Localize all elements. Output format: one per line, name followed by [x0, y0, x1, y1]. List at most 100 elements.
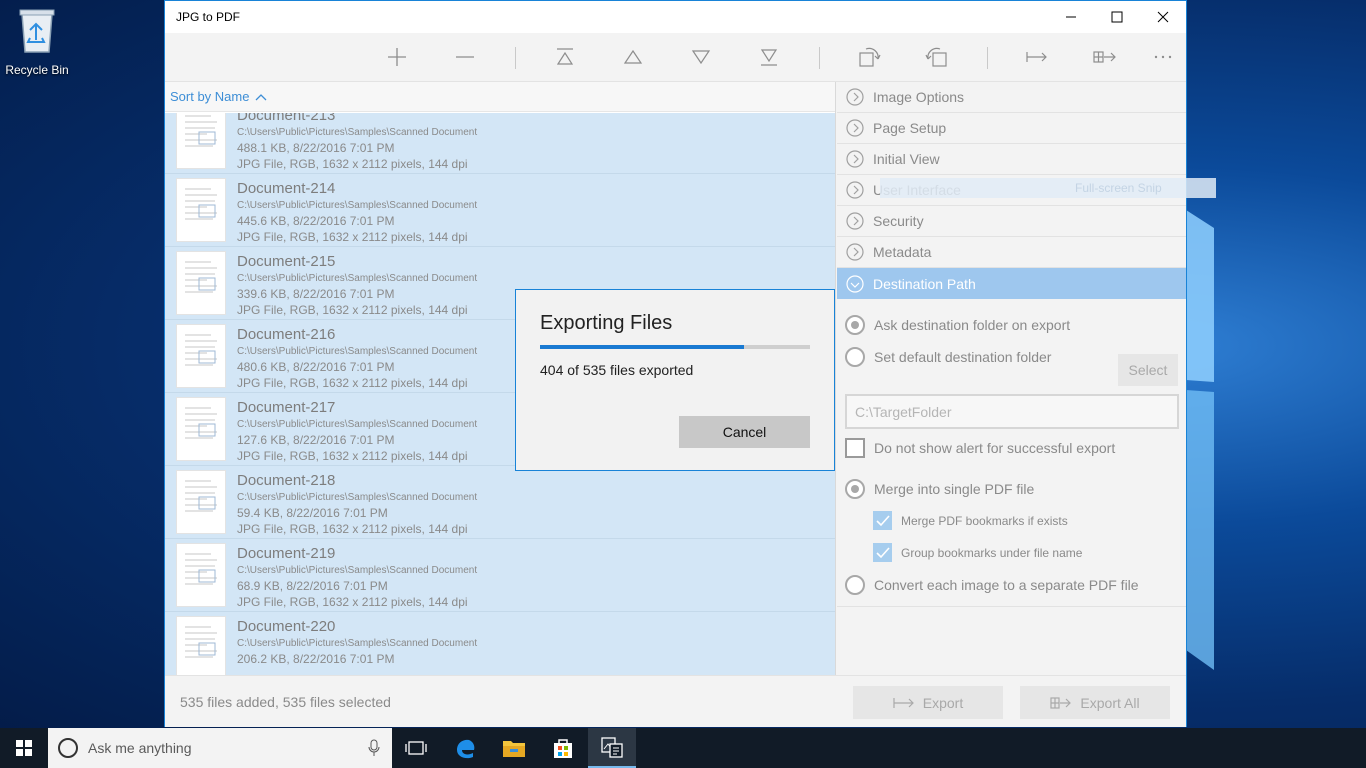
group-bookmarks-option[interactable]: Group bookmarks under file name [873, 543, 1082, 562]
merge-label: Merge into single PDF file [874, 481, 1035, 497]
file-thumbnail [176, 178, 226, 242]
ask-destination-label: Ask destination folder on export [874, 317, 1071, 333]
chevron-right-circle-icon [846, 119, 864, 137]
chevron-right-circle-icon [846, 181, 864, 199]
file-info: JPG File, RGB, 1632 x 2112 pixels, 144 d… [237, 303, 468, 317]
separate-pdf-option[interactable]: Convert each image to a separate PDF fil… [845, 575, 1139, 595]
selection-status: 535 files added, 535 files selected [180, 694, 391, 710]
maximize-button[interactable] [1094, 1, 1140, 33]
close-icon [1157, 11, 1169, 23]
export-progress-bar [540, 345, 810, 349]
section-image-options[interactable]: Image Options [837, 82, 1186, 113]
file-info: JPG File, RGB, 1632 x 2112 pixels, 144 d… [237, 157, 468, 171]
move-down-icon [691, 50, 711, 65]
file-thumbnail [176, 113, 226, 169]
taskbar: Ask me anything [0, 728, 1366, 768]
section-page-setup[interactable]: Page Setup [837, 113, 1186, 144]
checkmark-icon [875, 514, 890, 526]
toolbar [165, 33, 1186, 82]
section-metadata[interactable]: Metadata [837, 237, 1186, 268]
more-button[interactable] [1143, 41, 1183, 73]
move-bottom-button[interactable] [749, 41, 789, 73]
toolbar-separator [819, 47, 820, 69]
separate-pdf-label: Convert each image to a separate PDF fil… [874, 577, 1139, 593]
no-alert-checkbox[interactable] [845, 438, 865, 458]
options-pane: Image OptionsPage SetupInitial ViewUser … [837, 82, 1186, 675]
start-button[interactable] [0, 728, 48, 768]
file-size-date: 488.1 KB, 8/22/2016 7:01 PM [237, 141, 395, 155]
section-security[interactable]: Security [837, 206, 1186, 237]
move-up-icon [623, 49, 643, 64]
target-folder-input[interactable]: C:\TargetFolder [845, 394, 1179, 429]
add-button[interactable] [377, 41, 417, 73]
cancel-button[interactable]: Cancel [679, 416, 810, 448]
wallpaper-logo-shape [1186, 210, 1214, 670]
export-icon [1026, 52, 1047, 62]
merge-option[interactable]: Merge into single PDF file [845, 479, 1034, 499]
export-all-label: Export All [1080, 694, 1140, 711]
ask-destination-option[interactable]: Ask destination folder on export [845, 315, 1070, 335]
chevron-right-circle-icon [846, 243, 864, 261]
edge-button[interactable] [441, 728, 489, 768]
export-label: Export [922, 694, 964, 711]
add-icon [388, 48, 406, 66]
store-button[interactable] [539, 728, 587, 768]
file-info: JPG File, RGB, 1632 x 2112 pixels, 144 d… [237, 449, 468, 463]
ask-destination-radio[interactable] [845, 315, 865, 335]
file-explorer-button[interactable] [490, 728, 538, 768]
file-size-date: 59.4 KB, 8/22/2016 7:01 PM [237, 506, 388, 520]
task-view-button[interactable] [392, 728, 440, 768]
rotate-left-button[interactable] [849, 41, 889, 73]
section-label: Destination Path [873, 275, 976, 292]
select-folder-button[interactable]: Select [1118, 354, 1178, 386]
file-row[interactable]: Document-214 C:\Users\Public\Pictures\Sam… [165, 174, 835, 247]
sort-button[interactable]: Sort by Name [165, 82, 835, 112]
remove-button[interactable] [445, 41, 485, 73]
export-button-toolbar[interactable] [1017, 41, 1057, 73]
document-thumbnail-icon [185, 334, 217, 366]
no-alert-option[interactable]: Do not show alert for successful export [845, 438, 1115, 458]
no-alert-label: Do not show alert for successful export [874, 440, 1116, 456]
file-row[interactable]: Document-219 C:\Users\Public\Pictures\Sam… [165, 539, 835, 612]
document-thumbnail-icon [185, 188, 217, 220]
move-down-button[interactable] [681, 41, 721, 73]
move-up-button[interactable] [613, 41, 653, 73]
default-destination-option[interactable]: Set default destination folder [845, 347, 1051, 367]
cortana-icon [58, 738, 78, 758]
toolbar-separator [987, 47, 988, 69]
exporting-dialog: Exporting Files 404 of 535 files exporte… [515, 289, 835, 471]
task-view-icon [405, 741, 427, 755]
section-label: Page Setup [873, 120, 947, 136]
move-top-icon [556, 48, 574, 65]
merge-bookmarks-option[interactable]: Merge PDF bookmarks if exists [873, 511, 1068, 530]
jpg-to-pdf-taskbar-button[interactable] [588, 728, 636, 768]
cortana-search[interactable]: Ask me anything [48, 728, 392, 768]
recycle-bin[interactable]: Recycle Bin [4, 6, 70, 77]
section-destination-path[interactable]: Destination Path [837, 268, 1186, 299]
microphone-icon[interactable] [368, 739, 380, 757]
move-top-button[interactable] [545, 41, 585, 73]
group-bookmarks-checkbox[interactable] [873, 543, 892, 562]
recycle-bin-icon [19, 9, 55, 53]
document-thumbnail-icon [185, 407, 217, 439]
sort-label: Sort by Name [170, 89, 250, 104]
file-path: C:\Users\Public\Pictures\Samples\Scanned… [237, 638, 478, 649]
export-all-button-toolbar[interactable] [1085, 41, 1125, 73]
rotate-right-button[interactable] [917, 41, 957, 73]
separate-pdf-radio[interactable] [845, 575, 865, 595]
section-initial-view[interactable]: Initial View [837, 144, 1186, 175]
close-button[interactable] [1140, 1, 1186, 33]
file-row[interactable]: Document-220 C:\Users\Public\Pictures\Sam… [165, 612, 835, 675]
file-row[interactable]: Document-213 C:\Users\Public\Pictures\Sam… [165, 113, 835, 174]
default-destination-radio[interactable] [845, 347, 865, 367]
file-name: Document-213 [237, 113, 336, 124]
export-progress-fill [540, 345, 744, 349]
export-all-button[interactable]: Export All [1020, 686, 1170, 719]
file-name: Document-216 [237, 326, 336, 343]
merge-radio[interactable] [845, 479, 865, 499]
export-button[interactable]: Export [853, 686, 1003, 719]
file-row[interactable]: Document-218 C:\Users\Public\Pictures\Sam… [165, 466, 835, 539]
merge-bookmarks-checkbox[interactable] [873, 511, 892, 530]
minimize-button[interactable] [1048, 1, 1094, 33]
store-icon [554, 739, 572, 758]
